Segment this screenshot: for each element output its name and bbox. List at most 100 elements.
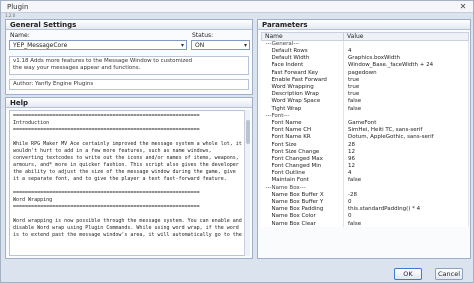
param-row[interactable]: Font Name GameFont: [261, 119, 469, 127]
scrollbar-thumb[interactable]: [246, 120, 250, 144]
param-name: Name Box Padding: [261, 205, 344, 213]
name-label: Name:: [10, 32, 30, 39]
plugin-name-select[interactable]: YEP_MessageCore ▾: [9, 40, 187, 50]
param-row[interactable]: Name Box Buffer Y0: [261, 198, 469, 206]
param-value: false: [343, 105, 469, 113]
param-name: Font Outline: [261, 169, 344, 178]
param-row[interactable]: Description Wrap true: [261, 90, 469, 98]
plugin-dialog: Plugin ✕ 1.2.0 General Settings Name: YE…: [0, 0, 474, 283]
param-name: ---Font---: [261, 112, 344, 120]
param-value: 4: [343, 169, 469, 178]
param-value: Graphics.boxWidth: [343, 54, 469, 63]
param-row[interactable]: Fast Forward Key pagedown: [261, 69, 469, 77]
column-header-value[interactable]: Value: [343, 32, 469, 41]
param-value: GameFont: [343, 119, 469, 127]
param-row[interactable]: ---General---: [261, 40, 469, 48]
param-value: Window_Base._faceWidth + 24: [343, 62, 469, 70]
param-name: Font Name: [261, 119, 344, 127]
param-name: Fast Forward Key: [261, 69, 344, 77]
param-name: Default Width: [261, 54, 344, 63]
param-name: Face Indent: [261, 62, 344, 70]
status-value: ON: [195, 42, 205, 49]
param-row[interactable]: Word Wrap Space false: [261, 98, 469, 106]
param-name: Name Box Color: [261, 213, 344, 221]
param-name: ---General---: [261, 40, 344, 48]
column-header-name[interactable]: Name: [261, 32, 344, 41]
help-scrollbar[interactable]: [244, 110, 250, 256]
general-settings-panel: General Settings Name: YEP_MessageCore ▾…: [5, 19, 253, 95]
param-value: [343, 184, 469, 192]
parameters-panel: Parameters Name Value ---General--- Defau…: [257, 19, 471, 259]
help-panel: Help ===================================…: [5, 97, 253, 259]
param-row[interactable]: Font Changed Max 96: [261, 155, 469, 163]
param-value: false: [343, 177, 469, 185]
param-row[interactable]: Font Name CH SimHei, Heiti TC, sans-serif: [261, 126, 469, 134]
help-text[interactable]: ========================================…: [9, 110, 245, 256]
title-bar: Plugin ✕: [1, 1, 473, 13]
param-row[interactable]: Font Outline 4: [261, 169, 469, 178]
param-value: this.standardPadding() * 4: [343, 205, 469, 213]
param-row[interactable]: Face Indent Window_Base._faceWidth + 24: [261, 62, 469, 70]
param-name: Name Box Buffer X: [261, 191, 344, 199]
param-name: Font Size: [261, 141, 344, 149]
param-row[interactable]: Font Size Change 12: [261, 148, 469, 156]
chevron-down-icon: ▾: [180, 42, 184, 49]
param-row[interactable]: Default Width Graphics.boxWidth: [261, 54, 469, 63]
param-value: 28: [343, 141, 469, 149]
param-value: -28: [343, 191, 469, 199]
param-value: 12: [343, 148, 469, 156]
param-row[interactable]: Word Wrapping true: [261, 83, 469, 91]
description-text: v1.18 Adds more features to the Message …: [9, 56, 249, 75]
param-value: SimHei, Heiti TC, sans-serif: [343, 126, 469, 134]
parameters-table: Name Value ---General--- Default Rows 4 Def…: [261, 32, 469, 228]
version-label: 1.2.0: [5, 13, 16, 18]
help-header: Help: [6, 98, 252, 108]
param-name: Name Box Buffer Y: [261, 198, 344, 206]
param-name: Font Changed Max: [261, 155, 344, 163]
plugin-name-value: YEP_MessageCore: [13, 42, 68, 49]
param-row[interactable]: Name Box Buffer X -28: [261, 191, 469, 199]
param-row[interactable]: Maintain Font false: [261, 177, 469, 185]
param-value: [343, 40, 469, 48]
chevron-down-icon: ▾: [243, 42, 247, 49]
param-row[interactable]: Default Rows 4: [261, 47, 469, 55]
param-name: Font Name KR: [261, 133, 344, 142]
param-value: Dotum, AppleGothic, sans-serif: [343, 133, 469, 142]
param-name: Font Size Change: [261, 148, 344, 156]
param-row[interactable]: Name Box Padding this.standardPadding() *…: [261, 205, 469, 213]
param-row[interactable]: ---Font---: [261, 112, 469, 120]
cancel-button[interactable]: Cancel: [435, 268, 463, 280]
param-value: 12: [343, 162, 469, 170]
close-icon[interactable]: ✕: [457, 2, 469, 11]
param-value: 0: [343, 213, 469, 221]
param-row[interactable]: Tight Wrap false: [261, 105, 469, 113]
status-select[interactable]: ON ▾: [191, 40, 250, 50]
param-value: true: [343, 76, 469, 84]
param-name: Font Name CH: [261, 126, 344, 134]
parameters-header: Parameters: [258, 20, 470, 30]
param-row[interactable]: Name Box Clear false: [261, 220, 469, 228]
param-row[interactable]: ---Name Box---: [261, 184, 469, 192]
param-value: [343, 112, 469, 120]
param-value: false: [343, 98, 469, 106]
status-label: Status:: [192, 32, 214, 39]
param-name: Enable Fast Forward: [261, 76, 344, 84]
param-name: Font Changed Min: [261, 162, 344, 170]
param-row[interactable]: Font Size 28: [261, 141, 469, 149]
param-value: pagedown: [343, 69, 469, 77]
author-text: Author: Yanfly Engine Plugins: [9, 79, 249, 90]
param-name: Word Wrapping: [261, 83, 344, 91]
param-row[interactable]: Font Name KR Dotum, AppleGothic, sans-ser…: [261, 133, 469, 142]
param-name: Default Rows: [261, 47, 344, 55]
param-name: Description Wrap: [261, 90, 344, 98]
ok-button[interactable]: OK: [394, 268, 422, 280]
param-value: 0: [343, 198, 469, 206]
window-title: Plugin: [7, 3, 29, 11]
param-value: 96: [343, 155, 469, 163]
param-row[interactable]: Font Changed Min 12: [261, 162, 469, 170]
param-row[interactable]: Enable Fast Forward true: [261, 76, 469, 84]
param-row[interactable]: Name Box Color 0: [261, 213, 469, 221]
param-name: Word Wrap Space: [261, 98, 344, 106]
param-name: Tight Wrap: [261, 105, 344, 113]
param-value: true: [343, 83, 469, 91]
